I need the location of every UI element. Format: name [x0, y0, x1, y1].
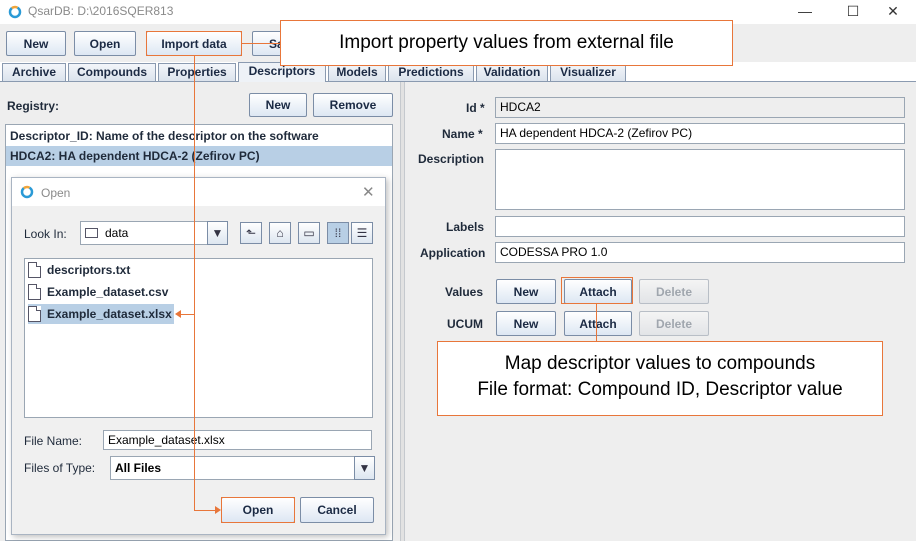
new-archive-button[interactable]: New	[6, 31, 66, 56]
look-in-label: Look In:	[24, 227, 67, 241]
connector-line	[242, 43, 280, 44]
file-name-input[interactable]: Example_dataset.xlsx	[103, 430, 372, 450]
document-icon	[28, 284, 41, 300]
details-view-icon[interactable]: ☰	[351, 222, 373, 244]
file-item[interactable]: Example_dataset.csv	[28, 282, 168, 302]
labels-label: Labels	[446, 220, 485, 234]
tab-archive[interactable]: Archive	[2, 63, 66, 81]
look-in-dropdown-icon[interactable]: ▼	[207, 221, 228, 245]
look-in-combo[interactable]: data	[80, 221, 208, 245]
ucum-label: UCUM	[447, 317, 483, 331]
file-name: Example_dataset.csv	[47, 285, 169, 299]
connector-line	[596, 304, 597, 341]
window-title: QsarDB: D:\2016SQER813	[28, 4, 174, 18]
dialog-title: Open	[41, 186, 71, 200]
open-highlight	[221, 497, 295, 523]
id-label: Id *	[466, 101, 485, 115]
description-field[interactable]	[495, 149, 905, 210]
name-label: Name *	[442, 127, 483, 141]
file-name-label: File Name:	[24, 434, 83, 448]
description-label: Description	[418, 152, 485, 166]
attach-highlight	[561, 277, 633, 304]
tab-compounds[interactable]: Compounds	[68, 63, 156, 81]
app-logo-icon	[8, 5, 22, 19]
connector-line	[194, 510, 216, 511]
minimize-button[interactable]: —	[782, 0, 828, 24]
close-button[interactable]: ✕	[870, 0, 916, 24]
cancel-button[interactable]: Cancel	[300, 497, 374, 523]
file-type-label: Files of Type:	[24, 461, 96, 475]
ucum-new-button[interactable]: New	[496, 311, 556, 336]
tab-properties[interactable]: Properties	[158, 63, 236, 81]
registry-remove-button[interactable]: Remove	[313, 93, 393, 117]
new-folder-icon[interactable]: ▭	[298, 222, 320, 244]
file-item-selected[interactable]: Example_dataset.xlsx	[28, 304, 174, 324]
home-icon[interactable]: ⌂	[269, 222, 291, 244]
arrow-head	[215, 506, 221, 514]
import-highlight	[146, 31, 242, 56]
registry-label: Registry:	[7, 99, 60, 113]
id-field[interactable]: HDCA2	[495, 97, 905, 118]
ucum-attach-button[interactable]: Attach	[564, 311, 632, 336]
open-archive-button[interactable]: Open	[74, 31, 136, 56]
dialog-logo-icon	[20, 185, 34, 199]
file-type-combo[interactable]: All Files	[110, 456, 355, 480]
list-view-icon[interactable]: ⁞⁞	[327, 222, 349, 244]
map-callout-line: Map descriptor values to compounds	[504, 353, 816, 374]
labels-field[interactable]	[495, 216, 905, 237]
connector-line	[194, 56, 195, 511]
dialog-close-icon[interactable]: ✕	[362, 183, 375, 201]
file-name: descriptors.txt	[47, 263, 131, 277]
registry-item-selected[interactable]: HDCA2: HA dependent HDCA-2 (Zefirov PC)	[6, 146, 392, 166]
folder-icon	[85, 228, 98, 238]
import-callout: Import property values from external fil…	[280, 20, 733, 66]
map-callout-line: File format: Compound ID, Descriptor val…	[477, 379, 843, 400]
document-icon	[28, 262, 41, 278]
map-callout: Map descriptor values to compounds File …	[437, 341, 883, 416]
values-label: Values	[445, 285, 484, 299]
name-field[interactable]: HA dependent HDCA-2 (Zefirov PC)	[495, 123, 905, 144]
ucum-delete-button[interactable]: Delete	[639, 311, 709, 336]
application-label: Application	[420, 246, 486, 260]
application-field[interactable]: CODESSA PRO 1.0	[495, 242, 905, 263]
registry-new-button[interactable]: New	[249, 93, 307, 117]
registry-item[interactable]: Descriptor_ID: Name of the descriptor on…	[6, 126, 392, 146]
file-item[interactable]: descriptors.txt	[28, 260, 130, 280]
file-name: Example_dataset.xlsx	[47, 307, 172, 321]
file-type-dropdown-icon[interactable]: ▼	[354, 456, 375, 480]
values-new-button[interactable]: New	[496, 279, 556, 304]
connector-line	[180, 314, 194, 315]
document-icon	[28, 306, 41, 322]
values-delete-button[interactable]: Delete	[639, 279, 709, 304]
up-folder-icon[interactable]: ⬑	[240, 222, 262, 244]
arrow-head	[175, 310, 181, 318]
